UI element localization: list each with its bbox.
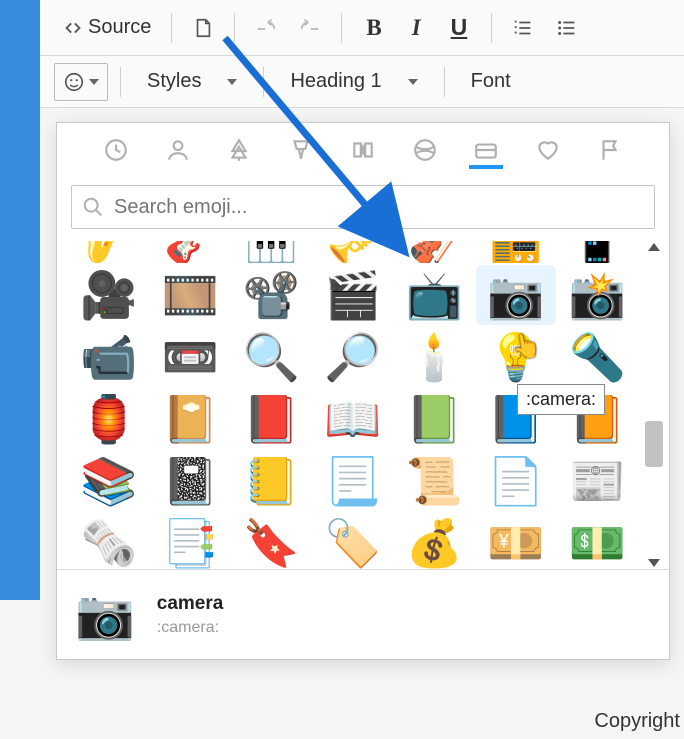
toolbar-separator <box>491 13 492 43</box>
toolbar-separator <box>341 13 342 43</box>
toolbar-separator <box>444 67 445 97</box>
chevron-down-icon <box>89 79 99 85</box>
emoji-item[interactable]: 💰 <box>395 513 474 569</box>
emoji-item[interactable]: 🔍 <box>232 327 311 387</box>
emoji-item[interactable]: 🏷️ <box>313 513 392 569</box>
emoji-scrollbar[interactable] <box>643 241 665 569</box>
underline-button[interactable]: U <box>439 14 480 41</box>
toolbar-separator <box>234 13 235 43</box>
emoji-item[interactable]: 📄 <box>476 451 555 511</box>
emoji-item[interactable]: 📑 <box>150 513 229 569</box>
chevron-down-icon <box>408 79 418 85</box>
emoji-item[interactable]: 📔 <box>150 389 229 449</box>
toolbar-separator <box>120 67 121 97</box>
category-objects[interactable] <box>469 135 503 169</box>
bold-button[interactable]: B <box>354 15 393 41</box>
numbered-list-button[interactable] <box>504 9 542 47</box>
undo-button[interactable] <box>247 9 285 47</box>
emoji-item[interactable]: 📺 <box>395 265 474 325</box>
emoji-item[interactable]: 📱 <box>558 241 637 263</box>
emoji-item[interactable]: 📜 <box>395 451 474 511</box>
emoji-item[interactable]: 🎹 <box>232 241 311 263</box>
emoji-item[interactable]: 📒 <box>232 451 311 511</box>
category-people[interactable] <box>161 135 195 169</box>
font-label: Font <box>471 70 511 93</box>
emoji-search-input[interactable] <box>114 196 644 219</box>
emoji-item[interactable]: 🎥 <box>69 265 148 325</box>
copyright-text: Copyright <box>594 710 680 733</box>
emoji-tooltip: :camera: <box>517 384 605 415</box>
preview-emoji-code: :camera: <box>157 619 224 637</box>
emoji-preview: 📷 camera :camera: <box>57 569 669 659</box>
emoji-item[interactable]: 📖 <box>313 389 392 449</box>
editor-toolbar-area: Source B I U Styles <box>40 0 684 108</box>
emoji-item[interactable]: 🔎 <box>313 327 392 387</box>
emoji-item[interactable]: 📸 <box>558 265 637 325</box>
emoji-item[interactable]: 📃 <box>313 451 392 511</box>
emoji-item[interactable]: 📻 <box>476 241 555 263</box>
chevron-down-icon <box>227 79 237 85</box>
toolbar-separator <box>263 67 264 97</box>
category-food[interactable] <box>284 135 318 169</box>
emoji-item[interactable]: 🏮 <box>69 389 148 449</box>
source-button[interactable]: Source <box>54 9 159 47</box>
emoji-picker-button[interactable] <box>54 63 108 101</box>
emoji-item[interactable]: 📽️ <box>232 265 311 325</box>
styles-label: Styles <box>147 70 201 93</box>
toolbar-separator <box>171 13 172 43</box>
emoji-item[interactable]: 📓 <box>150 451 229 511</box>
format-label: Heading 1 <box>290 70 381 93</box>
emoji-item[interactable]: 🎞️ <box>150 265 229 325</box>
emoji-category-tabs <box>57 123 669 177</box>
emoji-item[interactable]: 💵 <box>558 513 637 569</box>
paragraph-format-dropdown[interactable]: Heading 1 <box>276 63 431 101</box>
scrollbar-thumb[interactable] <box>645 421 663 467</box>
search-icon <box>82 196 104 218</box>
emoji-item[interactable]: 🕯️ <box>395 327 474 387</box>
emoji-search-wrap <box>57 177 669 241</box>
font-dropdown[interactable]: Font <box>457 63 525 101</box>
emoji-item[interactable]: 🔖 <box>232 513 311 569</box>
category-flags[interactable] <box>593 135 627 169</box>
emoji-item[interactable]: 📗 <box>395 389 474 449</box>
emoji-item[interactable]: 📹 <box>69 327 148 387</box>
emoji-item[interactable]: 📕 <box>232 389 311 449</box>
emoji-item[interactable]: 🎷 <box>69 241 148 263</box>
emoji-item[interactable]: 🎬 <box>313 265 392 325</box>
source-label: Source <box>88 16 151 39</box>
emoji-item[interactable]: 🎸 <box>150 241 229 263</box>
emoji-item[interactable]: 💡 <box>476 327 555 387</box>
preview-emoji-name: camera <box>157 593 224 615</box>
preview-emoji-glyph: 📷 <box>75 586 135 643</box>
category-symbols[interactable] <box>531 135 565 169</box>
new-page-button[interactable] <box>184 9 222 47</box>
emoji-search[interactable] <box>71 185 655 229</box>
category-travel[interactable] <box>346 135 380 169</box>
toolbar-row-1: Source B I U <box>40 0 684 56</box>
emoji-item[interactable]: 📼 <box>150 327 229 387</box>
emoji-item[interactable]: 📰 <box>558 451 637 511</box>
toolbar-row-2: Styles Heading 1 Font <box>40 56 684 108</box>
category-nature[interactable] <box>222 135 256 169</box>
category-activity[interactable] <box>408 135 442 169</box>
emoji-item[interactable]: 📚 <box>69 451 148 511</box>
emoji-item[interactable]: 🎻 <box>395 241 474 263</box>
emoji-item[interactable]: 🔦 <box>558 327 637 387</box>
emoji-item[interactable]: 💴 <box>476 513 555 569</box>
category-recent[interactable] <box>99 135 133 169</box>
emoji-item[interactable]: 🎺 <box>313 241 392 263</box>
italic-button[interactable]: I <box>400 15 433 41</box>
redo-button[interactable] <box>291 9 329 47</box>
sidebar <box>0 0 40 600</box>
emoji-item[interactable]: 📷 <box>476 265 555 325</box>
styles-dropdown[interactable]: Styles <box>133 63 251 101</box>
bullet-list-button[interactable] <box>548 9 586 47</box>
emoji-item[interactable]: 🗞️ <box>69 513 148 569</box>
